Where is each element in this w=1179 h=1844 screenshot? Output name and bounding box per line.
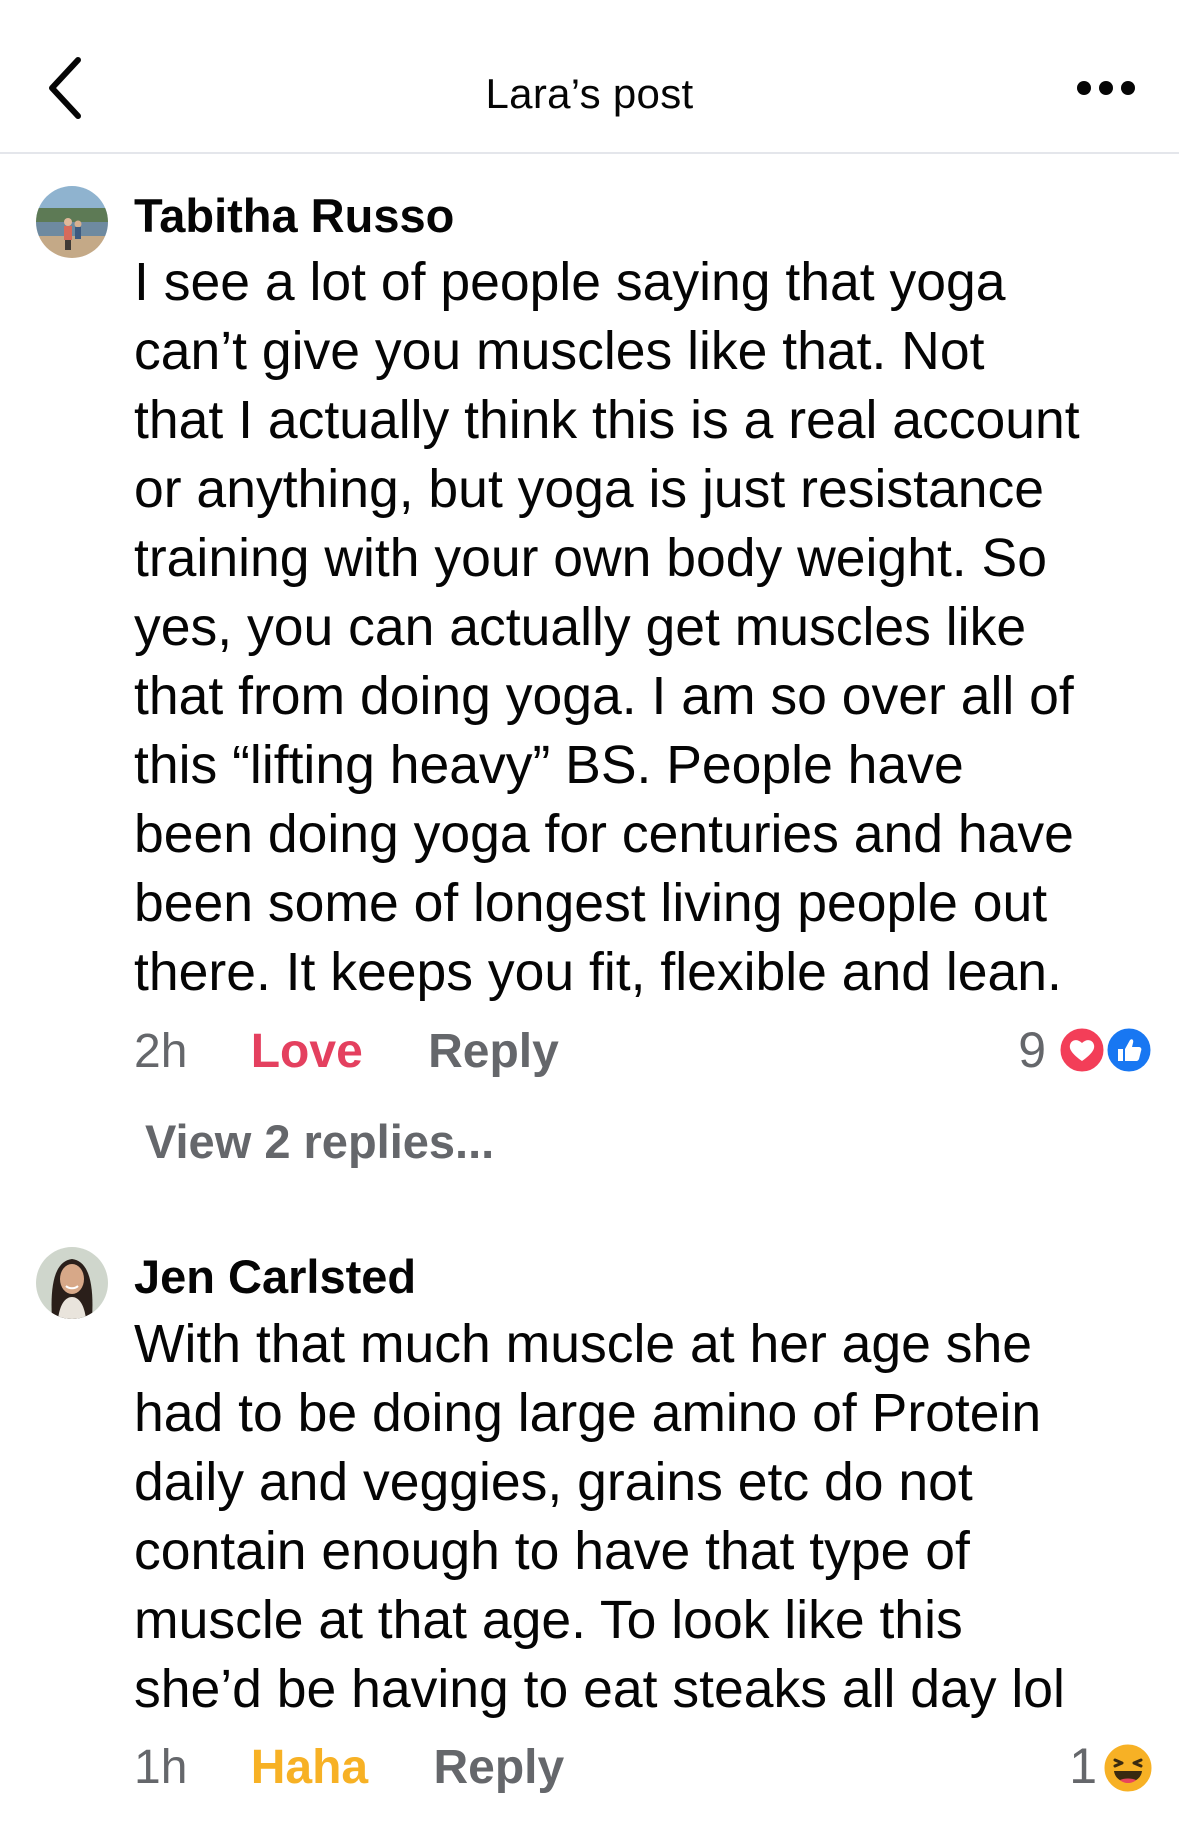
comment-timestamp: 1h [134, 1741, 188, 1794]
avatar-photo-icon [36, 1247, 108, 1319]
reaction-count[interactable]: 9 [1018, 1020, 1046, 1080]
more-icon [1077, 81, 1135, 95]
reply-button[interactable]: Reply [428, 1022, 559, 1082]
avatar-photo-icon [36, 186, 108, 258]
haha-reaction-button[interactable]: Haha [251, 1738, 368, 1798]
haha-icon [1101, 1741, 1155, 1795]
top-bar: Lara’s post [0, 0, 1179, 154]
comment-author[interactable]: Tabitha Russo [134, 188, 454, 244]
love-reaction-button[interactable]: Love [251, 1022, 363, 1082]
comment-text: With that much muscle at her age she had… [134, 1315, 1065, 1719]
comment-text: I see a lot of people saying that yoga c… [134, 253, 1080, 1002]
comment-actions: 1h Haha Reply [134, 1738, 564, 1798]
comment-actions: 2h Love Reply [134, 1022, 559, 1082]
comment-timestamp: 2h [134, 1025, 188, 1078]
view-replies-link[interactable]: View 2 replies... [145, 1114, 494, 1170]
love-icon [1057, 1025, 1107, 1075]
reaction-count[interactable]: 1 [1069, 1736, 1097, 1796]
avatar[interactable] [36, 1247, 108, 1319]
like-icon [1104, 1025, 1154, 1075]
reply-button[interactable]: Reply [433, 1738, 564, 1798]
avatar[interactable] [36, 186, 108, 258]
reaction-icons[interactable] [1100, 1740, 1156, 1795]
more-options-button[interactable] [1071, 66, 1141, 110]
comment-author[interactable]: Jen Carlsted [134, 1249, 416, 1305]
page-title: Lara’s post [485, 70, 694, 117]
reaction-icons[interactable] [1056, 1024, 1156, 1076]
